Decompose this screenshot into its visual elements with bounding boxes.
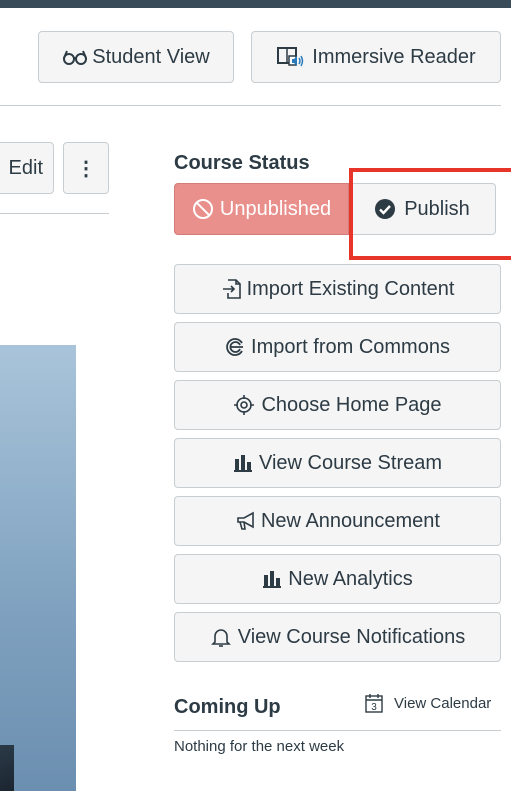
- import-from-commons-label: Import from Commons: [251, 335, 450, 358]
- edit-label: Edit: [8, 156, 43, 179]
- bar-chart-icon: [263, 571, 282, 588]
- publish-button[interactable]: Publish: [349, 183, 496, 235]
- view-calendar-link[interactable]: 3 View Calendar: [364, 692, 491, 714]
- more-options-icon: ⋮: [76, 157, 96, 180]
- immersive-reader-label: Immersive Reader: [312, 45, 476, 68]
- calendar-icon: 3: [365, 694, 383, 713]
- megaphone-icon: [237, 511, 254, 530]
- unpublished-button[interactable]: Unpublished: [174, 183, 349, 235]
- student-view-button[interactable]: Student View: [38, 31, 234, 83]
- glasses-icon: [63, 50, 88, 65]
- commons-icon: [226, 338, 244, 356]
- edit-button[interactable]: Edit: [0, 142, 54, 194]
- calendar-day-number: 3: [371, 702, 377, 713]
- more-options-button[interactable]: ⋮: [63, 142, 109, 194]
- choose-home-page-label: Choose Home Page: [261, 393, 442, 416]
- toolbar-divider: [0, 213, 109, 214]
- course-banner-image: [0, 345, 76, 791]
- unpublished-label: Unpublished: [219, 197, 332, 220]
- course-status-heading: Course Status: [174, 152, 310, 174]
- immersive-reader-icon: [277, 47, 304, 67]
- view-course-stream-label: View Course Stream: [258, 451, 443, 474]
- bell-icon: [210, 629, 231, 647]
- view-course-stream-button[interactable]: View Course Stream: [174, 438, 501, 488]
- immersive-reader-button[interactable]: Immersive Reader: [251, 31, 501, 83]
- view-course-notifications-label: View Course Notifications: [237, 625, 466, 648]
- top-nav-bar: [0, 0, 511, 8]
- target-icon: [234, 395, 255, 415]
- new-announcement-button[interactable]: New Announcement: [174, 496, 501, 546]
- course-banner-shadow: [0, 745, 14, 791]
- bar-chart-icon: [233, 455, 252, 472]
- prohibited-icon: [192, 199, 213, 219]
- view-calendar-label: View Calendar: [394, 694, 492, 712]
- coming-up-heading: Coming Up: [174, 696, 281, 718]
- view-course-notifications-button[interactable]: View Course Notifications: [174, 612, 501, 662]
- new-announcement-label: New Announcement: [260, 509, 440, 532]
- coming-up-divider: [174, 730, 501, 731]
- check-circle-icon: [375, 199, 396, 219]
- coming-up-empty-text: Nothing for the next week: [174, 738, 345, 755]
- import-icon: [222, 279, 241, 299]
- new-analytics-button[interactable]: New Analytics: [174, 554, 501, 604]
- import-existing-content-button[interactable]: Import Existing Content: [174, 264, 501, 314]
- choose-home-page-button[interactable]: Choose Home Page: [174, 380, 501, 430]
- course-status-toggle: Unpublished Publish: [174, 183, 496, 235]
- import-existing-content-label: Import Existing Content: [246, 277, 455, 300]
- header-divider: [0, 105, 501, 106]
- new-analytics-label: New Analytics: [288, 567, 413, 590]
- student-view-label: Student View: [92, 45, 210, 68]
- import-from-commons-button[interactable]: Import from Commons: [174, 322, 501, 372]
- publish-label: Publish: [404, 197, 470, 220]
